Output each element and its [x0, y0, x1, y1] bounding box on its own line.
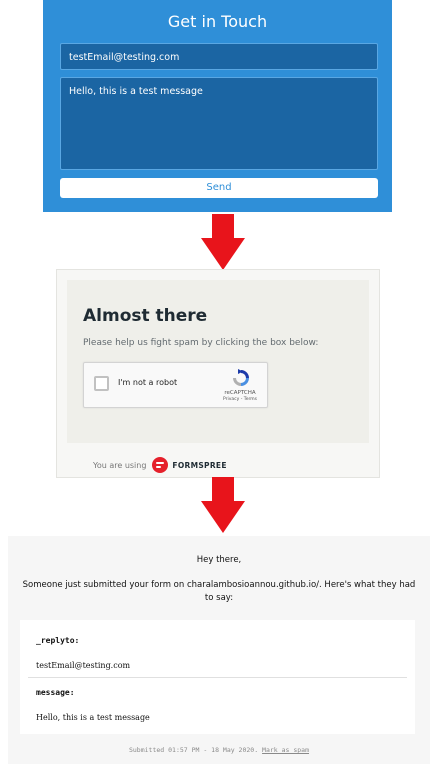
replyto-label: _replyto:	[36, 636, 80, 645]
email-greeting: Hey there,	[196, 555, 242, 565]
captcha-instructions: Please help us fight spam by clicking th…	[83, 338, 319, 348]
message-value: Hello, this is a test message	[36, 713, 150, 722]
powered-by: You are using FORMSPREE	[93, 456, 227, 474]
message-field[interactable]: Hello, this is a test message	[60, 77, 378, 170]
captcha-page: Almost there Please help us fight spam b…	[56, 269, 380, 478]
submitted-footer: Submitted 01:57 PM - 18 May 2020. Mark a…	[8, 746, 430, 754]
down-arrow-icon	[201, 477, 245, 533]
contact-form: Get in Touch testEmail@testing.com Hello…	[43, 0, 392, 212]
formspree-wordmark[interactable]: FORMSPREE	[172, 461, 226, 470]
powered-by-label: You are using	[93, 460, 147, 470]
submitted-timestamp: Submitted 01:57 PM - 18 May 2020.	[128, 746, 259, 754]
submission-card: _replyto: testEmail@testing.com message:…	[20, 620, 415, 734]
send-button[interactable]: Send	[60, 178, 378, 198]
replyto-value: testEmail@testing.com	[36, 661, 131, 670]
email-intro: Someone just submitted your form on char…	[22, 580, 416, 603]
notification-email: Hey there, Someone just submitted your f…	[8, 536, 430, 764]
field-divider	[28, 677, 407, 678]
recaptcha-brand: reCAPTCHA	[224, 390, 256, 396]
not-a-robot-checkbox[interactable]	[94, 376, 109, 391]
recaptcha-logo-icon	[233, 369, 249, 386]
message-label: message:	[36, 688, 75, 697]
formspree-logo-icon	[152, 457, 169, 473]
mark-as-spam-link[interactable]: Mark as spam	[262, 746, 309, 754]
recaptcha-widget: I'm not a robot reCAPTCHA Privacy - Term…	[83, 362, 268, 408]
down-arrow-icon	[201, 214, 245, 270]
form-title: Get in Touch	[167, 12, 268, 31]
email-field[interactable]: testEmail@testing.com	[60, 43, 378, 70]
recaptcha-privacy-terms-link[interactable]: Privacy - Terms	[214, 397, 266, 402]
not-a-robot-label: I'm not a robot	[118, 378, 178, 387]
captcha-heading: Almost there	[83, 306, 208, 326]
